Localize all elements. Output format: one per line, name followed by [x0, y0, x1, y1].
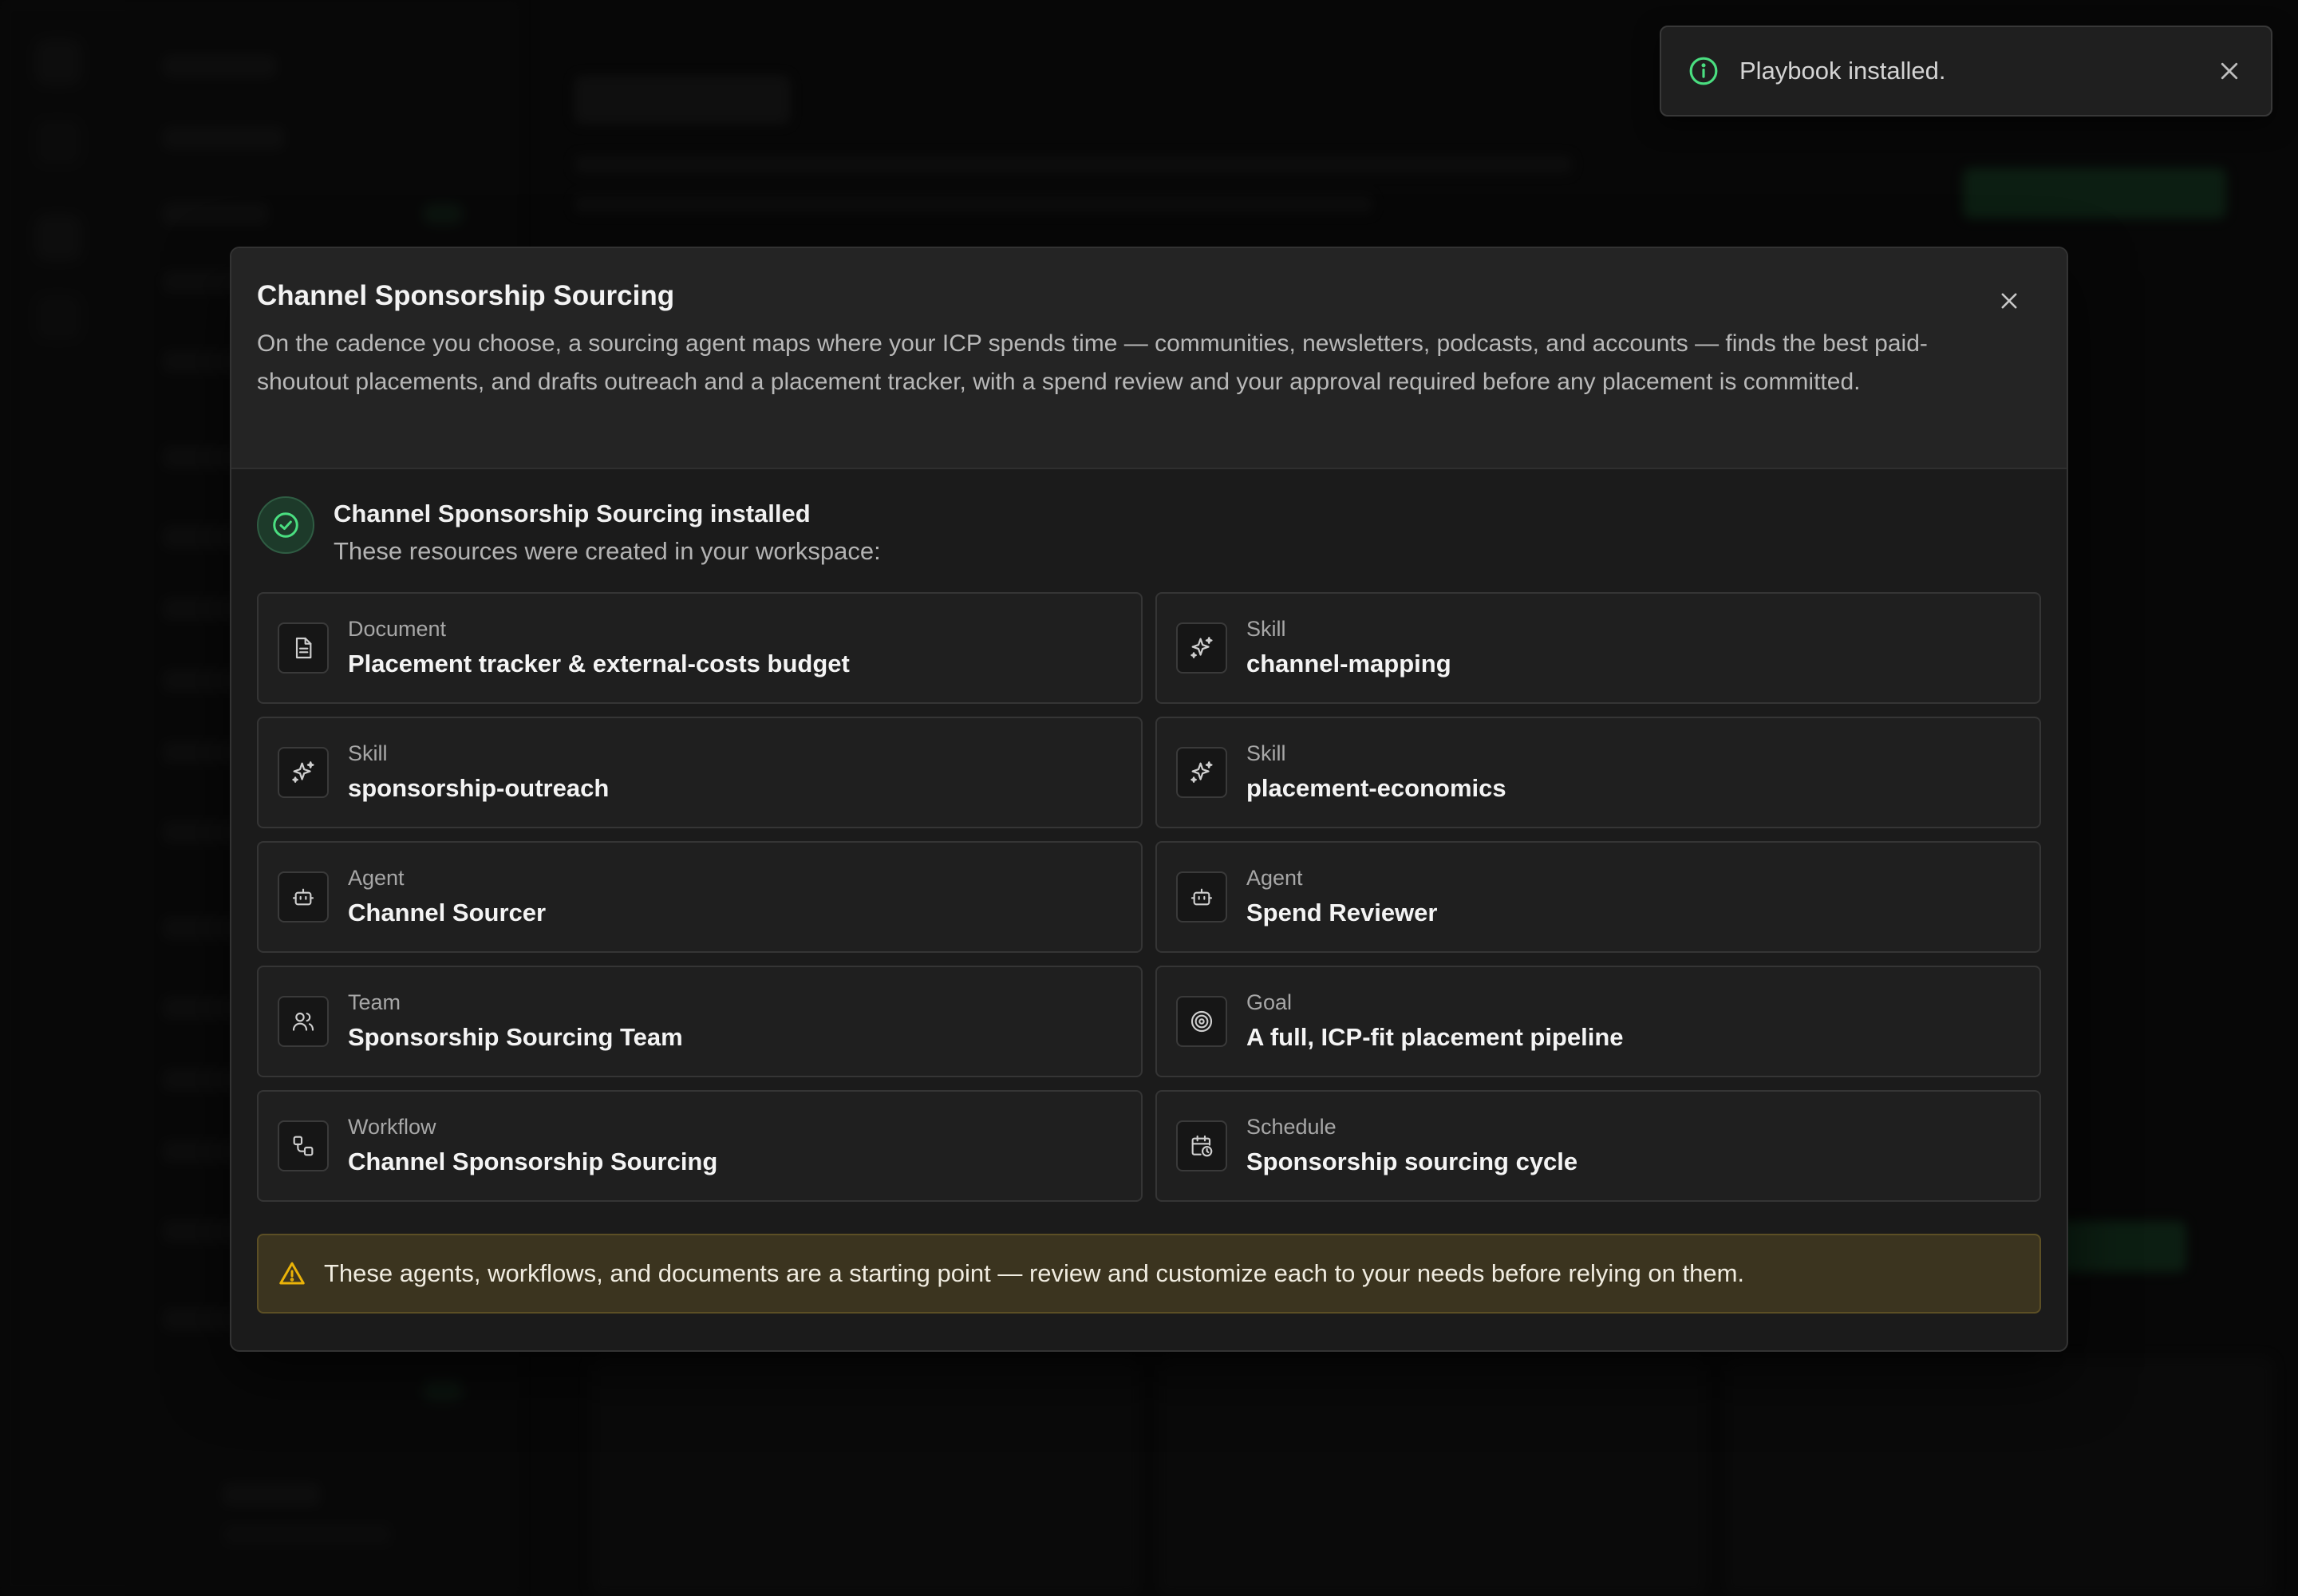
resource-type: Skill [348, 741, 388, 765]
resource-type: Document [348, 617, 447, 641]
workflow-icon [278, 1120, 329, 1171]
toast-message: Playbook installed. [1739, 57, 1946, 85]
sparkle-icon [1176, 622, 1227, 674]
resource-name: Channel Sourcer [348, 899, 547, 926]
resource-name: Spend Reviewer [1246, 899, 1438, 926]
install-success-subtitle: These resources were created in your wor… [334, 537, 881, 565]
resource-name: Sponsorship Sourcing Team [348, 1023, 683, 1051]
resource-name: A full, ICP-fit placement pipeline [1246, 1023, 1624, 1051]
sparkle-icon [278, 747, 329, 798]
dialog-description: On the cadence you choose, a sourcing ag… [257, 330, 1928, 395]
resource-name: Placement tracker & external-costs budge… [348, 650, 850, 678]
resource-name: sponsorship-outreach [348, 774, 610, 802]
playbook-installed-dialog: Channel Sponsorship Sourcing On the cade… [230, 247, 2068, 1352]
toast-notification: Playbook installed. [1660, 26, 2272, 117]
resource-name: Channel Sponsorship Sourcing [348, 1148, 718, 1175]
close-icon [2221, 62, 2238, 80]
install-success-title: Channel Sponsorship Sourcing installed [334, 500, 811, 527]
resource-type: Schedule [1246, 1115, 1337, 1139]
resource-type: Team [348, 990, 401, 1014]
resource-type: Skill [1246, 617, 1286, 641]
toast-close-button[interactable] [2215, 57, 2244, 85]
sparkle-icon [1176, 747, 1227, 798]
customize-warning: These agents, workflows, and documents a… [257, 1234, 2041, 1314]
info-icon [1688, 56, 1719, 86]
resource-type: Agent [1246, 866, 1303, 890]
warning-triangle-icon [278, 1259, 306, 1288]
resource-card-skill[interactable]: Skill channel-mapping [1155, 592, 2041, 704]
resource-type: Workflow [348, 1115, 436, 1139]
dialog-header: Channel Sponsorship Sourcing On the cade… [231, 248, 2067, 469]
resource-card-workflow[interactable]: Workflow Channel Sponsorship Sourcing [257, 1090, 1143, 1202]
resource-name: channel-mapping [1246, 650, 1451, 678]
resource-type: Agent [348, 866, 405, 890]
resource-card-skill[interactable]: Skill placement-economics [1155, 717, 2041, 828]
dialog-body: Channel Sponsorship Sourcing installed T… [231, 469, 2067, 1314]
resource-name: Sponsorship sourcing cycle [1246, 1148, 1578, 1175]
target-icon [1176, 996, 1227, 1047]
install-success: Channel Sponsorship Sourcing installed T… [257, 495, 2041, 592]
resource-grid: Document Placement tracker & external-co… [257, 592, 2041, 1202]
bot-icon [278, 871, 329, 922]
users-icon [278, 996, 329, 1047]
resource-card-agent[interactable]: Agent Spend Reviewer [1155, 841, 2041, 953]
resource-card-skill[interactable]: Skill sponsorship-outreach [257, 717, 1143, 828]
page: Playbook installed. Channel Sponsorship … [0, 0, 2298, 1596]
resource-name: placement-economics [1246, 774, 1506, 802]
close-icon [2001, 293, 2017, 309]
warning-text: These agents, workflows, and documents a… [324, 1259, 1745, 1287]
check-circle-icon [257, 496, 314, 554]
calendar-clock-icon [1176, 1120, 1227, 1171]
resource-card-team[interactable]: Team Sponsorship Sourcing Team [257, 966, 1143, 1077]
resource-card-schedule[interactable]: Schedule Sponsorship sourcing cycle [1155, 1090, 2041, 1202]
dialog-close-button[interactable] [1993, 285, 2025, 317]
resource-card-agent[interactable]: Agent Channel Sourcer [257, 841, 1143, 953]
document-icon [278, 622, 329, 674]
resource-card-goal[interactable]: Goal A full, ICP-fit placement pipeline [1155, 966, 2041, 1077]
dialog-title: Channel Sponsorship Sourcing [257, 280, 675, 311]
resource-type: Goal [1246, 990, 1293, 1014]
resource-type: Skill [1246, 741, 1286, 765]
bot-icon [1176, 871, 1227, 922]
resource-card-document[interactable]: Document Placement tracker & external-co… [257, 592, 1143, 704]
